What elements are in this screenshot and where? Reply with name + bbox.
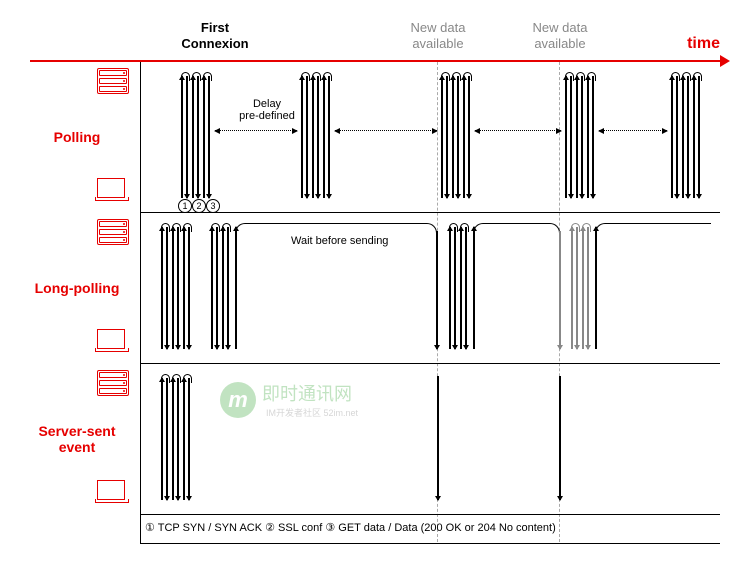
main: Polling /*positions*/ 123 bbox=[140, 62, 720, 544]
row-label-sse: Server-sentevent bbox=[21, 423, 133, 455]
row-label-long-polling: Long-polling bbox=[21, 280, 133, 296]
wait-curve bbox=[473, 223, 560, 234]
lp-drop bbox=[436, 231, 438, 349]
row-legend: ① TCP SYN / SYN ACK ② SSL conf ③ GET dat… bbox=[141, 515, 720, 544]
delay-arrow bbox=[475, 130, 561, 131]
server-icon bbox=[97, 370, 129, 396]
client-icon bbox=[97, 480, 129, 506]
delay-arrow bbox=[335, 130, 437, 131]
diagram: FirstConnexion New dataavailable New dat… bbox=[20, 20, 720, 544]
header-labels: FirstConnexion New dataavailable New dat… bbox=[140, 20, 720, 60]
watermark: m 即时通讯网 IM开发者社区 52im.net bbox=[220, 380, 358, 419]
delay-arrow bbox=[215, 130, 297, 131]
lp-drop bbox=[559, 231, 561, 349]
client-icon bbox=[97, 329, 129, 355]
sse-push bbox=[437, 376, 439, 500]
step-labels: 123 bbox=[178, 199, 220, 213]
label-time: time bbox=[687, 34, 720, 53]
lp-up bbox=[595, 227, 597, 349]
client-icon bbox=[97, 178, 129, 204]
lp-up bbox=[235, 227, 237, 349]
row-label-polling: Polling bbox=[21, 129, 133, 145]
sse-push bbox=[559, 376, 561, 500]
wait-curve bbox=[235, 223, 437, 234]
legend-text: ① TCP SYN / SYN ACK ② SSL conf ③ GET dat… bbox=[141, 515, 720, 540]
row-long-polling: Long-polling Wait before sending bbox=[141, 213, 720, 364]
server-icon bbox=[97, 68, 129, 94]
label-new-data-1: New dataavailable bbox=[398, 20, 478, 51]
label-new-data-2: New dataavailable bbox=[520, 20, 600, 51]
row-polling: Polling /*positions*/ 123 bbox=[141, 62, 720, 213]
wait-label: Wait before sending bbox=[291, 235, 388, 247]
delay-label: Delaypre-defined bbox=[237, 98, 297, 122]
server-icon bbox=[97, 219, 129, 245]
wait-curve bbox=[595, 223, 711, 234]
delay-arrow bbox=[599, 130, 667, 131]
label-first-connexion: FirstConnexion bbox=[175, 20, 255, 51]
lp-up bbox=[473, 227, 475, 349]
